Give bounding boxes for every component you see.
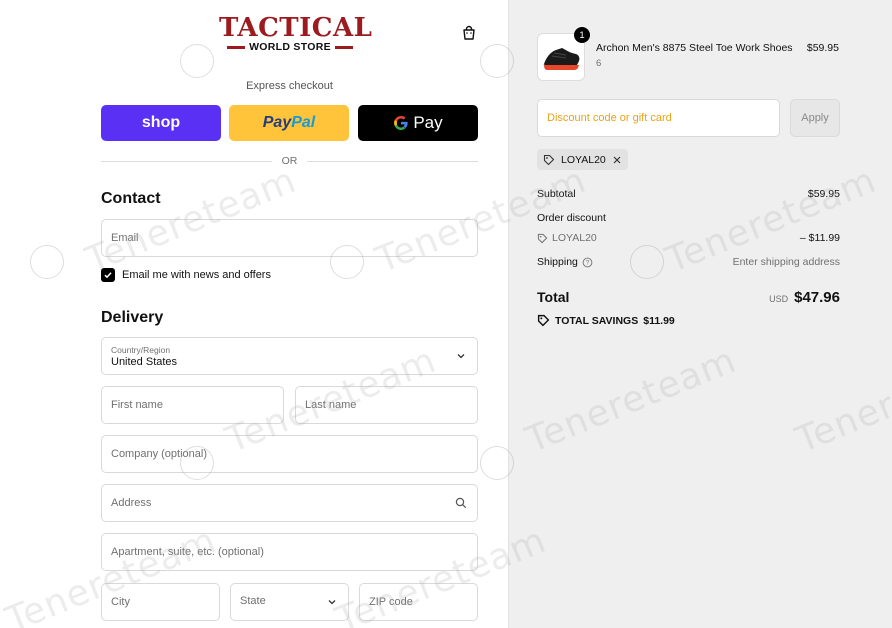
total-value: $47.96 <box>794 289 840 306</box>
last-name-placeholder: Last name <box>305 399 357 411</box>
subtotal-row: Subtotal $59.95 <box>537 188 840 200</box>
search-icon <box>455 497 467 509</box>
shipping-label-cell: Shipping ? <box>537 256 593 268</box>
discount-code-row: LOYAL20 – $11.99 <box>537 232 840 244</box>
subtotal-label: Subtotal <box>537 188 576 200</box>
savings-label: TOTAL SAVINGS <box>555 314 639 327</box>
or-label: OR <box>281 155 298 167</box>
newsletter-label: Email me with news and offers <box>122 269 271 281</box>
apartment-placeholder: Apartment, suite, etc. (optional) <box>111 546 264 558</box>
delivery-heading: Delivery <box>101 309 164 326</box>
express-checkout-label: Express checkout <box>246 80 333 92</box>
total-value-cell: USD $47.96 <box>769 289 840 306</box>
discount-placeholder: Discount code or gift card <box>547 112 672 124</box>
product-thumbnail: 1 <box>537 27 590 81</box>
apartment-field[interactable]: Apartment, suite, etc. (optional) <box>101 533 478 571</box>
newsletter-checkbox[interactable] <box>101 268 115 282</box>
total-savings-row: TOTAL SAVINGS $11.99 <box>537 314 675 327</box>
total-label: Total <box>537 289 570 305</box>
contact-heading: Contact <box>101 190 161 207</box>
country-select[interactable]: Country/Region United States <box>101 337 478 375</box>
help-icon[interactable]: ? <box>582 257 593 268</box>
total-row: Total USD $47.96 <box>537 289 840 306</box>
logo-bar-right <box>334 45 353 49</box>
chevron-down-icon <box>328 600 336 605</box>
applied-code-chip: LOYAL20 <box>537 149 628 170</box>
quantity-badge: 1 <box>574 27 590 43</box>
company-placeholder: Company (optional) <box>111 448 207 460</box>
product-price: $59.95 <box>806 42 839 54</box>
zip-placeholder: ZIP code <box>369 596 413 608</box>
city-field[interactable]: City <box>101 583 220 621</box>
checkmark-icon <box>104 272 112 279</box>
company-field[interactable]: Company (optional) <box>101 435 478 473</box>
remove-code-icon[interactable] <box>612 155 622 165</box>
subtotal-value: $59.95 <box>807 188 840 200</box>
last-name-field[interactable]: Last name <box>295 386 478 424</box>
discount-code-input[interactable]: Discount code or gift card <box>537 99 780 137</box>
store-logo[interactable]: TACTICAL WORLD STORE <box>219 13 373 53</box>
paypal-button[interactable]: Pay Pal <box>229 105 349 141</box>
zip-field[interactable]: ZIP code <box>359 583 478 621</box>
address-placeholder: Address <box>111 497 152 509</box>
order-discount-label: Order discount <box>537 212 606 224</box>
paypal-label-part2: Pal <box>291 114 316 131</box>
discount-code-cell: LOYAL20 <box>537 232 597 244</box>
address-field[interactable]: Address <box>101 484 478 522</box>
divider-line-left <box>101 160 272 162</box>
order-discount-row: Order discount <box>537 212 840 224</box>
country-value: United States <box>111 355 178 368</box>
tag-icon <box>537 314 550 327</box>
logo-main-text: TACTICAL <box>219 13 373 43</box>
tag-icon <box>537 233 548 243</box>
apply-label: Apply <box>801 112 829 124</box>
discount-value: – $11.99 <box>799 232 840 244</box>
checkout-form-panel: TACTICAL WORLD STORE Express checkout sh… <box>0 0 508 628</box>
newsletter-checkbox-row[interactable]: Email me with news and offers <box>101 268 271 282</box>
state-placeholder: State <box>240 595 266 607</box>
currency-code: USD <box>769 294 789 304</box>
savings-value: $11.99 <box>643 314 675 327</box>
applied-code-label: LOYAL20 <box>561 153 606 166</box>
google-pay-button[interactable]: Pay <box>358 105 478 141</box>
google-g-icon <box>394 116 408 130</box>
shopping-bag-icon[interactable] <box>461 25 477 41</box>
product-name: Archon Men's 8875 Steel Toe Work Shoes <box>596 42 793 54</box>
city-placeholder: City <box>111 596 130 608</box>
logo-bar-left <box>227 45 246 49</box>
logo-sub-text: WORLD STORE <box>249 41 331 53</box>
first-name-field[interactable]: First name <box>101 386 284 424</box>
shop-pay-button[interactable]: shop <box>101 105 221 141</box>
shipping-value: Enter shipping address <box>732 256 840 268</box>
first-name-placeholder: First name <box>111 399 163 411</box>
country-label: Country/Region <box>111 344 171 355</box>
email-field[interactable]: Email <box>101 219 478 257</box>
or-divider: OR <box>101 154 478 168</box>
google-pay-label: Pay <box>413 113 443 132</box>
shipping-row: Shipping ? Enter shipping address <box>537 256 840 268</box>
state-select[interactable]: State <box>230 583 349 621</box>
chevron-down-icon <box>457 354 465 359</box>
divider-line-right <box>307 160 478 162</box>
apply-discount-button[interactable]: Apply <box>790 99 840 137</box>
tag-icon <box>543 154 555 165</box>
paypal-label-part1: Pay <box>262 114 292 131</box>
shipping-label: Shipping <box>537 256 578 268</box>
email-placeholder: Email <box>111 232 139 244</box>
product-variant: 6 <box>596 58 602 69</box>
svg-text:?: ? <box>586 259 590 266</box>
shop-pay-label: shop <box>141 114 181 131</box>
discount-code-label: LOYAL20 <box>552 232 597 244</box>
